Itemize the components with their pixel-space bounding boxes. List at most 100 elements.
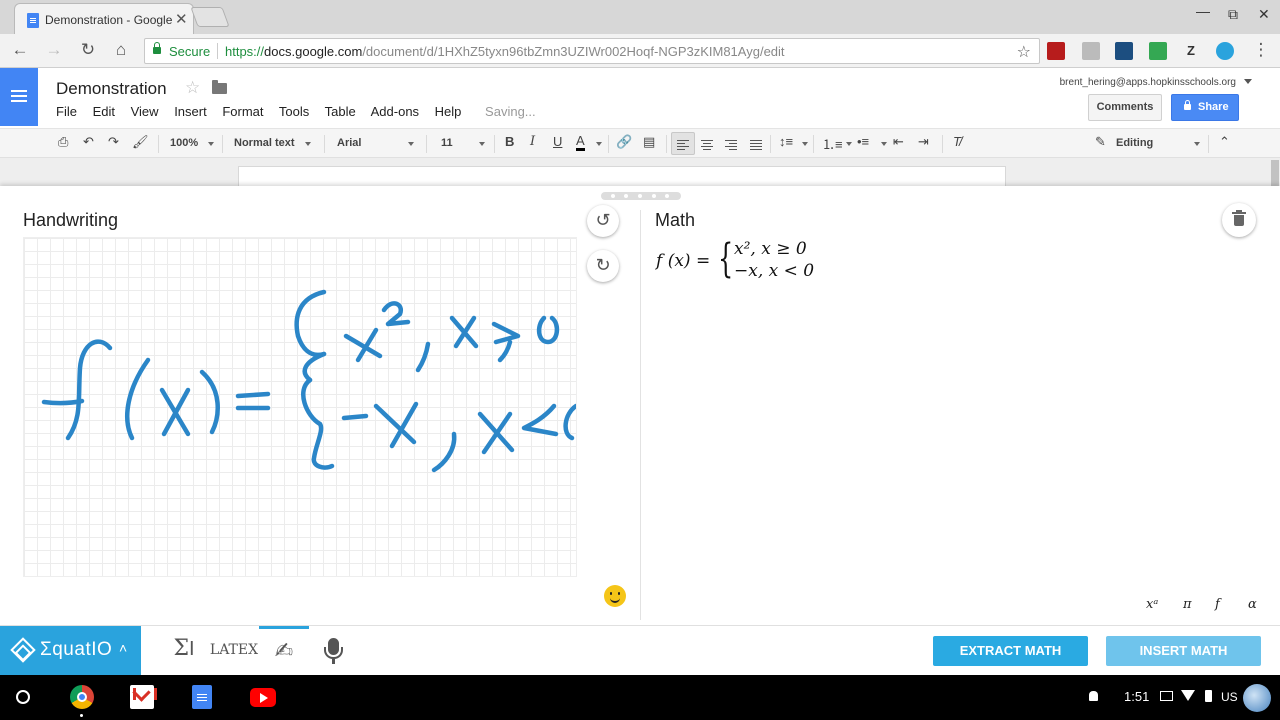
account-email[interactable]: brent_hering@apps.hopkinsschools.org: [1060, 77, 1236, 88]
comment-icon[interactable]: ▤: [643, 134, 655, 150]
maximize-icon[interactable]: ⧉: [1228, 6, 1238, 23]
screen-share-icon[interactable]: [1160, 691, 1173, 701]
increase-indent-icon[interactable]: ⇥: [918, 134, 929, 150]
menu-edit[interactable]: Edit: [93, 104, 115, 119]
youtube-app-icon[interactable]: [250, 688, 276, 707]
redo-icon[interactable]: ↷: [108, 134, 119, 150]
launcher-icon[interactable]: [16, 690, 30, 704]
account-caret-icon[interactable]: [1244, 79, 1252, 84]
paint-format-icon[interactable]: 🖌: [132, 134, 149, 150]
star-icon[interactable]: ☆: [185, 78, 200, 98]
share-button[interactable]: Share: [1171, 94, 1239, 121]
comments-button[interactable]: Comments: [1088, 94, 1162, 121]
film-extension-icon[interactable]: [1047, 42, 1065, 60]
zoom-select[interactable]: 100%: [170, 137, 198, 149]
italic-button[interactable]: I: [530, 134, 535, 149]
link-icon[interactable]: 🔗: [616, 134, 632, 150]
math-lhs: f (x) =: [656, 251, 711, 271]
undo-icon[interactable]: ↶: [83, 134, 94, 150]
decrease-indent-icon[interactable]: ⇤: [893, 134, 904, 150]
chrome-menu-icon[interactable]: ⋮: [1250, 40, 1272, 60]
pi-symbol-button[interactable]: π: [1183, 597, 1192, 612]
document-title[interactable]: Demonstration: [56, 79, 167, 99]
collapse-icon[interactable]: ⌃: [1219, 134, 1230, 150]
notification-bell-icon[interactable]: [1089, 691, 1098, 701]
handwriting-tool[interactable]: ✍: [259, 626, 309, 676]
resize-handle[interactable]: [601, 192, 681, 200]
window-close-icon[interactable]: ✕: [1258, 6, 1270, 23]
wifi-icon[interactable]: [1181, 690, 1195, 701]
math-input-tool[interactable]: ΣI: [159, 626, 209, 676]
user-avatar[interactable]: [1243, 684, 1271, 712]
microphone-icon: [324, 638, 343, 664]
exponent-symbol-button[interactable]: xᵃ: [1146, 597, 1158, 612]
font-caret-icon: [408, 142, 414, 146]
insert-math-button[interactable]: INSERT MATH: [1106, 636, 1261, 666]
undo-stroke-icon[interactable]: ↺: [587, 205, 619, 237]
docs-favicon-icon: [27, 13, 39, 28]
reload-icon[interactable]: ↻: [77, 40, 99, 60]
line-spacing-icon[interactable]: ↕≡: [779, 134, 793, 149]
new-tab-button[interactable]: [190, 7, 230, 27]
z-extension-icon[interactable]: Z: [1182, 42, 1200, 60]
feedback-smiley-icon[interactable]: [604, 585, 626, 607]
trash-icon[interactable]: [1222, 203, 1256, 237]
font-size-select[interactable]: 11: [441, 137, 453, 149]
handwriting-canvas[interactable]: [23, 237, 577, 577]
home-icon[interactable]: ⌂: [110, 40, 132, 60]
function-symbol-button[interactable]: f: [1215, 597, 1220, 612]
style-select[interactable]: Normal text: [234, 137, 295, 149]
handwriting-title: Handwriting: [23, 210, 119, 230]
forward-icon[interactable]: →: [43, 40, 65, 60]
alpha-symbol-button[interactable]: α: [1248, 597, 1257, 612]
menu-file[interactable]: File: [56, 104, 77, 119]
math-title: Math: [655, 210, 696, 230]
back-icon[interactable]: ←: [9, 40, 31, 60]
classroom-extension-icon[interactable]: [1149, 42, 1167, 60]
font-select[interactable]: Arial: [337, 137, 361, 149]
menu-insert[interactable]: Insert: [174, 104, 207, 119]
menu-help[interactable]: Help: [435, 104, 462, 119]
latex-tool[interactable]: LATEX: [209, 626, 259, 676]
menu-tools[interactable]: Tools: [279, 104, 309, 119]
docs-logo-icon[interactable]: [0, 68, 38, 126]
speech-tool[interactable]: [309, 626, 359, 676]
equatio-menu-button[interactable]: ΣquatIO ˄: [0, 626, 141, 676]
running-indicator: [80, 714, 83, 717]
screencast-extension-icon[interactable]: [1115, 42, 1133, 60]
browser-tab[interactable]: Demonstration - Google ✕: [14, 3, 194, 34]
numbered-list-icon[interactable]: ⒈≡: [822, 134, 843, 153]
input-locale[interactable]: US: [1221, 690, 1238, 704]
scrollbar[interactable]: [1271, 160, 1279, 186]
zoom-caret-icon: [208, 142, 214, 146]
print-icon[interactable]: ⎙: [58, 134, 68, 150]
address-bar[interactable]: Secure https://docs.google.com/document/…: [144, 38, 1040, 64]
gmail-app-icon[interactable]: [130, 685, 157, 709]
panel-divider: [640, 210, 641, 620]
text-color-button[interactable]: A: [576, 134, 585, 151]
bold-button[interactable]: B: [505, 134, 514, 149]
bulleted-list-icon[interactable]: •≡: [857, 134, 869, 149]
editing-mode-select[interactable]: Editing: [1116, 137, 1153, 149]
equatio-logo-icon: [10, 637, 36, 663]
underline-button[interactable]: U: [553, 134, 562, 149]
menu-format[interactable]: Format: [222, 104, 263, 119]
bookmark-star-icon[interactable]: ☆: [1017, 42, 1031, 62]
tab-close-icon[interactable]: ✕: [175, 10, 188, 28]
extract-math-button[interactable]: EXTRACT MATH: [933, 636, 1088, 666]
menu-addons[interactable]: Add-ons: [371, 104, 419, 119]
url-text[interactable]: https://docs.google.com/document/d/1HXhZ…: [225, 44, 785, 59]
copy-extension-icon[interactable]: [1082, 42, 1100, 60]
chrome-app-icon[interactable]: [70, 685, 94, 709]
clock[interactable]: 1:51: [1124, 689, 1149, 704]
document-page[interactable]: [238, 166, 1006, 188]
minimize-icon[interactable]: —: [1196, 3, 1210, 19]
docs-app-icon[interactable]: [192, 685, 212, 709]
redo-stroke-icon[interactable]: ↻: [587, 250, 619, 282]
equatio-extension-icon[interactable]: [1216, 42, 1234, 60]
clear-formatting-icon[interactable]: T̸: [953, 134, 961, 149]
battery-icon[interactable]: [1205, 690, 1212, 702]
folder-icon[interactable]: [212, 80, 227, 94]
menu-view[interactable]: View: [131, 104, 159, 119]
menu-table[interactable]: Table: [325, 104, 356, 119]
